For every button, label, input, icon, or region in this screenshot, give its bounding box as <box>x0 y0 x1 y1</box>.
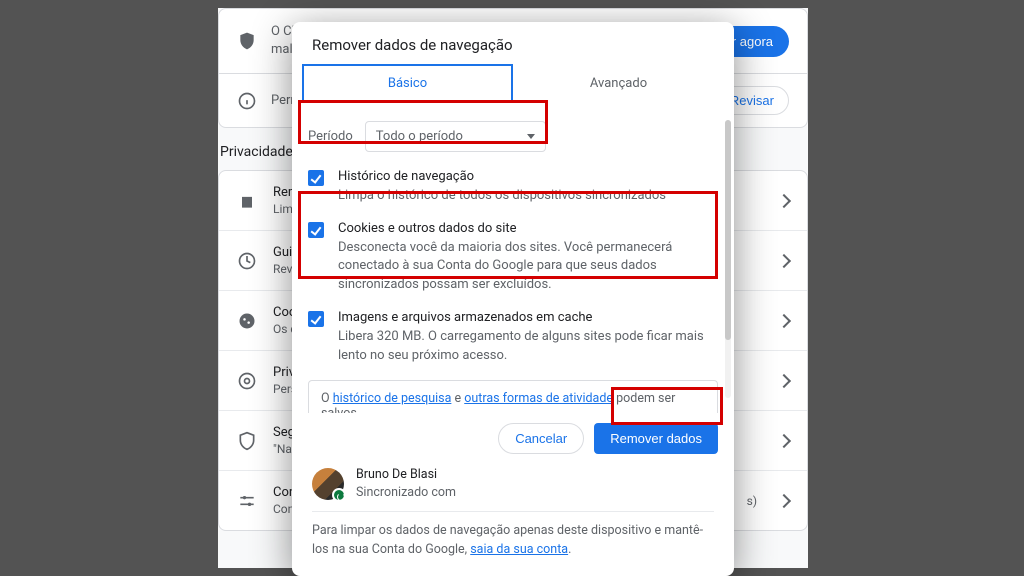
signout-link[interactable]: saia da sua conta <box>470 542 568 557</box>
signout-note: Para limpar os dados de navegação apenas… <box>292 522 734 576</box>
footer-mid: e <box>451 391 464 406</box>
note-post: . <box>568 542 571 557</box>
clear-data-modal: Remover dados de navegação Básico Avança… <box>292 22 734 576</box>
opt-desc: Desconecta você da maioria dos sites. Vo… <box>338 239 718 296</box>
period-value: Todo o período <box>376 129 463 144</box>
period-label: Período <box>308 129 353 144</box>
chevron-right-icon <box>777 374 791 388</box>
trailing-text: s) <box>747 494 757 508</box>
tab-advanced[interactable]: Avançado <box>513 64 724 103</box>
security-icon <box>237 431 257 451</box>
shield-icon <box>237 31 257 51</box>
cookie-icon <box>237 311 257 331</box>
option-cookies: Cookies e outros dados do site Desconect… <box>308 220 718 295</box>
chevron-right-icon <box>777 434 791 448</box>
divider <box>312 511 714 512</box>
chevron-right-icon <box>777 494 791 508</box>
link-activity[interactable]: outras formas de atividade <box>464 391 613 406</box>
profile-name: Bruno De Blasi <box>356 466 456 484</box>
footer-info: O histórico de pesquisa e outras formas … <box>308 380 718 413</box>
period-select[interactable]: Todo o período <box>365 121 546 152</box>
option-cache: Imagens e arquivos armazenados em cache … <box>308 309 718 366</box>
option-history: Histórico de navegação Limpa o histórico… <box>308 168 718 206</box>
chevron-down-icon <box>527 134 535 139</box>
compass-icon <box>237 251 257 271</box>
chevron-right-icon <box>777 254 791 268</box>
trash-icon <box>237 191 257 211</box>
clear-button[interactable]: Remover dados <box>594 423 718 454</box>
chevron-right-icon <box>777 194 791 208</box>
tab-basic[interactable]: Básico <box>302 64 513 103</box>
opt-desc: Libera 320 MB. O carregamento de alguns … <box>338 328 718 366</box>
profile-row: Bruno De Blasi Sincronizado com <box>292 466 734 511</box>
cancel-button[interactable]: Cancelar <box>498 423 584 454</box>
privacy-icon <box>237 371 257 391</box>
checkbox-history[interactable] <box>308 170 324 186</box>
footer-pre: O <box>321 391 333 406</box>
modal-actions: Cancelar Remover dados <box>292 413 734 466</box>
sliders-icon <box>237 491 257 511</box>
profile-sync: Sincronizado com <box>356 484 456 502</box>
scrollbar[interactable] <box>725 120 731 398</box>
sync-badge-icon <box>332 488 346 502</box>
info-icon <box>237 91 257 111</box>
link-search-history[interactable]: histórico de pesquisa <box>333 391 452 406</box>
checkbox-cookies[interactable] <box>308 222 324 238</box>
opt-title: Histórico de navegação <box>338 168 666 187</box>
modal-body: Período Todo o período Histórico de nave… <box>292 103 734 413</box>
avatar <box>312 468 344 500</box>
chevron-right-icon <box>777 314 791 328</box>
checkbox-cache[interactable] <box>308 311 324 327</box>
opt-title: Cookies e outros dados do site <box>338 220 718 239</box>
scroll-thumb[interactable] <box>725 120 731 340</box>
opt-title: Imagens e arquivos armazenados em cache <box>338 309 718 328</box>
tabs: Básico Avançado <box>292 64 734 103</box>
modal-title: Remover dados de navegação <box>292 22 734 64</box>
opt-desc: Limpa o histórico de todos os dispositiv… <box>338 187 666 206</box>
